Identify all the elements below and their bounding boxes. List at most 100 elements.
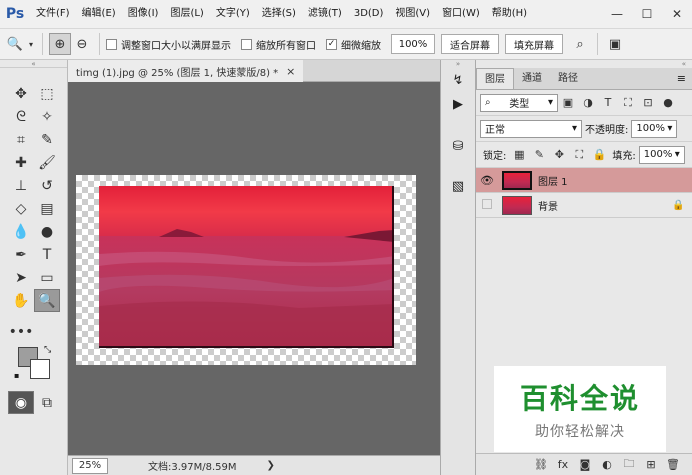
- menu-filter[interactable]: 滤镜(T): [302, 0, 348, 28]
- layer-row[interactable]: 背景 🔒: [476, 193, 692, 218]
- scrubby-zoom-checkbox[interactable]: ✓ 细微缩放: [326, 37, 381, 52]
- maximize-button[interactable]: ☐: [632, 0, 662, 28]
- menu-type[interactable]: 文字(Y): [210, 0, 256, 28]
- quick-mask-icon[interactable]: ◉: [8, 391, 34, 414]
- zoom-100-button[interactable]: 100%: [391, 34, 435, 54]
- pen-tool-icon[interactable]: ✒: [8, 243, 34, 266]
- adjustment-layer-icon[interactable]: ◐: [596, 458, 618, 471]
- layer-kind-filter-select[interactable]: ⌕ 类型 ▾: [480, 93, 558, 112]
- history-brush-tool-icon[interactable]: ↺: [34, 174, 60, 197]
- eyedropper-tool-icon[interactable]: ✎: [34, 128, 60, 151]
- move-tool-icon[interactable]: ✥: [8, 82, 34, 105]
- blur-tool-icon[interactable]: 💧: [8, 220, 34, 243]
- lock-image-pixels-icon[interactable]: ✎: [529, 148, 549, 161]
- shape-layer-filter-icon[interactable]: ⛶: [618, 96, 638, 110]
- adjustment-layer-filter-icon[interactable]: ◑: [578, 96, 598, 109]
- menu-edit[interactable]: 编辑(E): [76, 0, 122, 28]
- properties-panel-icon[interactable]: ▧: [441, 174, 475, 198]
- marquee-tool-icon[interactable]: ⬚: [34, 82, 60, 105]
- lock-artboard-icon[interactable]: ⛶: [569, 148, 589, 162]
- menu-image[interactable]: 图像(I): [122, 0, 165, 28]
- layer-name[interactable]: 图层 1: [538, 173, 692, 188]
- pixel-layer-filter-icon[interactable]: ▣: [558, 96, 578, 109]
- toolbox-grip[interactable]: «: [0, 60, 67, 68]
- new-layer-icon[interactable]: ⊞: [640, 458, 662, 471]
- background-color-swatch[interactable]: [30, 359, 50, 379]
- opacity-field[interactable]: 100% ▾: [631, 119, 678, 138]
- menu-help[interactable]: 帮助(H): [486, 0, 533, 28]
- workspace-icon[interactable]: ▣: [604, 33, 626, 55]
- tab-layers[interactable]: 图层: [476, 68, 514, 89]
- layer-style-fx-icon[interactable]: fx: [552, 458, 574, 471]
- new-group-icon[interactable]: 🗀: [618, 455, 640, 474]
- document-tab[interactable]: timg (1).jpg @ 25% (图层 1, 快速蒙版/8) * ×: [68, 60, 304, 82]
- lock-all-icon[interactable]: 🔒: [589, 148, 609, 161]
- delete-layer-icon[interactable]: 🗑: [662, 458, 684, 471]
- layers-panel-grip[interactable]: «: [476, 60, 692, 68]
- healing-brush-tool-icon[interactable]: ✚: [8, 151, 34, 174]
- magic-wand-tool-icon[interactable]: ✧: [34, 105, 60, 128]
- lock-position-icon[interactable]: ✥: [549, 148, 569, 161]
- menu-view[interactable]: 视图(V): [389, 0, 436, 28]
- panel-strip-grip[interactable]: »: [441, 60, 475, 68]
- menu-window[interactable]: 窗口(W): [436, 0, 486, 28]
- checkbox-checked[interactable]: ✓: [326, 38, 337, 50]
- screen-mode-icon[interactable]: ⧉: [34, 391, 60, 414]
- checkbox-unchecked[interactable]: [241, 38, 252, 50]
- visibility-toggle[interactable]: [476, 198, 498, 212]
- menu-file[interactable]: 文件(F): [30, 0, 76, 28]
- default-colors-icon[interactable]: ▪: [14, 371, 19, 380]
- brush-tool-icon[interactable]: 🖌: [34, 151, 60, 174]
- zoom-tool-preset-icon[interactable]: 🔍: [4, 33, 26, 55]
- menu-select[interactable]: 选择(S): [256, 0, 302, 28]
- path-selection-tool-icon[interactable]: ➤: [8, 266, 34, 289]
- checkbox-unchecked[interactable]: [106, 38, 117, 50]
- fill-field[interactable]: 100% ▾: [638, 145, 685, 164]
- gradient-tool-icon[interactable]: ▤: [34, 197, 60, 220]
- close-button[interactable]: ✕: [662, 0, 692, 28]
- resize-windows-checkbox[interactable]: 调整窗口大小以满屏显示: [106, 37, 231, 52]
- zoom-all-windows-checkbox[interactable]: 缩放所有窗口: [241, 37, 316, 52]
- close-tab-icon[interactable]: ×: [286, 65, 295, 78]
- status-menu-arrow-icon[interactable]: ❯: [267, 460, 275, 471]
- lock-transparent-pixels-icon[interactable]: ▦: [509, 148, 529, 161]
- menu-layer[interactable]: 图层(L): [164, 0, 209, 28]
- filter-toggle-icon[interactable]: ●: [658, 96, 678, 109]
- layer-row[interactable]: 👁 图层 1: [476, 168, 692, 193]
- canvas-area[interactable]: [68, 82, 440, 455]
- eye-icon[interactable]: 👁: [476, 174, 498, 187]
- dodge-tool-icon[interactable]: ●: [34, 220, 60, 243]
- zoom-level-field[interactable]: 25%: [72, 457, 108, 474]
- link-layers-icon[interactable]: ⛓: [530, 458, 552, 471]
- document-canvas[interactable]: [76, 175, 416, 365]
- zoom-in-icon[interactable]: ⊕: [49, 33, 71, 55]
- fit-screen-button[interactable]: 适合屏幕: [441, 34, 499, 54]
- history-panel-icon[interactable]: ↯: [441, 68, 475, 92]
- crop-tool-icon[interactable]: ⌗: [8, 128, 34, 151]
- search-icon[interactable]: ⌕: [569, 33, 591, 55]
- swap-colors-icon[interactable]: ⤡: [44, 345, 51, 355]
- layer-name[interactable]: 背景: [538, 198, 672, 213]
- tab-paths[interactable]: 路径: [550, 68, 586, 89]
- eraser-tool-icon[interactable]: ◇: [8, 197, 34, 220]
- hand-tool-icon[interactable]: ✋: [8, 289, 34, 312]
- zoom-tool-icon[interactable]: 🔍: [34, 289, 60, 312]
- rectangle-tool-icon[interactable]: ▭: [34, 266, 60, 289]
- tab-channels[interactable]: 通道: [514, 68, 550, 89]
- add-mask-icon[interactable]: ◙: [574, 458, 596, 471]
- fill-screen-button[interactable]: 填充屏幕: [505, 34, 563, 54]
- lasso-tool-icon[interactable]: ᘓ: [8, 105, 34, 128]
- type-tool-icon[interactable]: T: [34, 243, 60, 266]
- type-layer-filter-icon[interactable]: T: [598, 96, 618, 109]
- panel-menu-icon[interactable]: ≡: [677, 72, 686, 85]
- menu-3d[interactable]: 3D(D): [348, 0, 390, 28]
- minimize-button[interactable]: —: [602, 0, 632, 28]
- zoom-out-icon[interactable]: ⊖: [71, 33, 93, 55]
- chevron-down-icon[interactable]: ▾: [26, 33, 36, 55]
- actions-panel-icon[interactable]: ▶: [441, 92, 475, 116]
- clone-stamp-tool-icon[interactable]: ⊥: [8, 174, 34, 197]
- smart-object-filter-icon[interactable]: ⊡: [638, 96, 658, 109]
- more-tools-icon[interactable]: •••: [8, 320, 34, 343]
- blend-mode-select[interactable]: 正常 ▾: [480, 119, 582, 138]
- 3d-panel-icon[interactable]: ⛁: [441, 134, 475, 158]
